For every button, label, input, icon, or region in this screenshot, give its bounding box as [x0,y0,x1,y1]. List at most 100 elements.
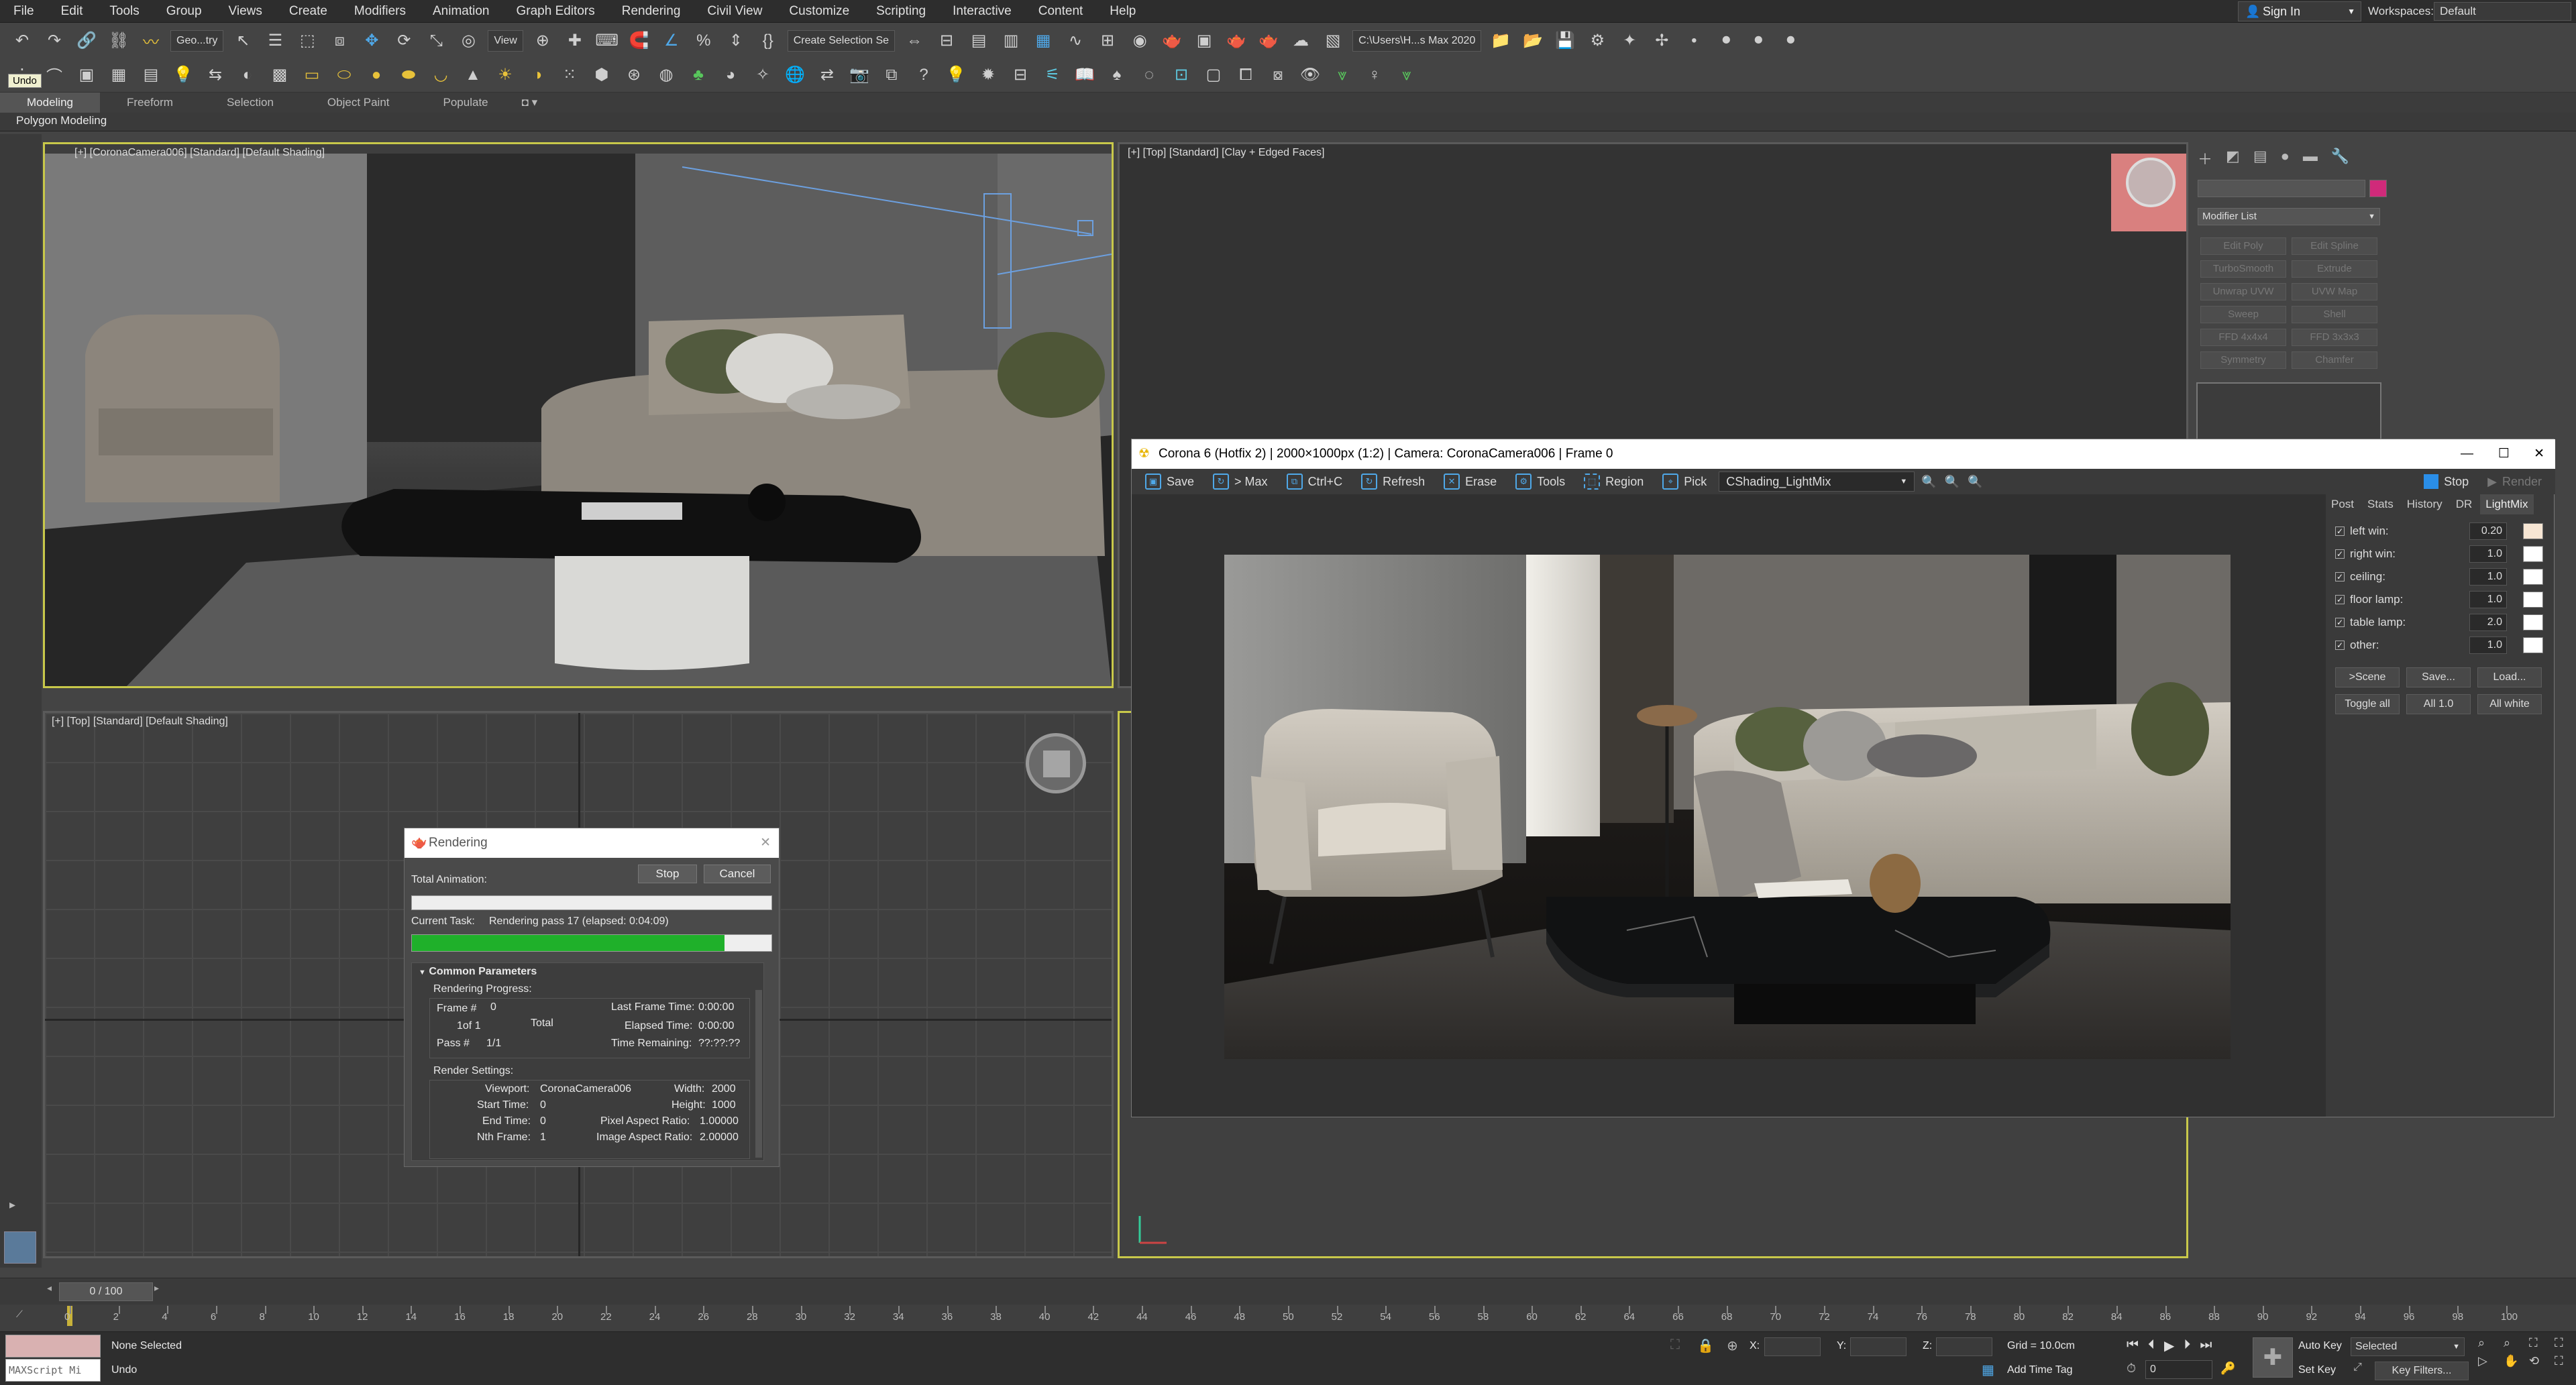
polygon-modeling-label[interactable]: Polygon Modeling [16,114,107,127]
spinner-snap-icon[interactable]: ⇕ [723,28,749,54]
pin-icon[interactable]: ✢ [1649,28,1674,54]
current-frame-field[interactable]: 0 [2145,1360,2212,1379]
menu-group[interactable]: Group [153,0,215,23]
lightmix-save-button[interactable]: Save... [2406,667,2471,687]
viewport-camera[interactable]: [+] [CoronaCamera006] [Standard] [Defaul… [43,142,1114,688]
light-sphere-icon[interactable]: ● [364,62,389,88]
time-tag-icon[interactable]: ▦ [1982,1362,1994,1378]
lightmix-checkbox[interactable]: ✓ [2335,549,2345,559]
pan-icon[interactable]: ✋ [2504,1354,2525,1368]
menu-interactive[interactable]: Interactive [939,0,1025,23]
window-crossing-icon[interactable]: ⧈ [327,28,352,54]
select-scale-icon[interactable]: ⤡ [423,28,449,54]
toggle-scene-explorer-icon[interactable]: ▤ [966,28,991,54]
slider-next-icon[interactable]: ▸ [154,1282,165,1301]
maxscript-listener-input[interactable]: MAXScript Mi [5,1359,101,1382]
project-path-select[interactable]: C:\Users\H...s Max 2020 [1352,30,1482,52]
lightmix-color-swatch[interactable] [2523,614,2543,630]
vfb-refresh-button[interactable]: ↻ Refresh [1354,474,1432,490]
modifier-symmetry[interactable]: Symmetry [2200,351,2286,369]
unlink-icon[interactable]: ⛓ [106,28,131,54]
lightmix-checkbox[interactable]: ✓ [2335,618,2345,627]
hierarchy-tab-icon[interactable]: ▤ [2253,148,2267,169]
zoom-extents-all-icon[interactable]: ⛶ [2555,1336,2576,1350]
edit-named-selections-icon[interactable]: {} [755,28,781,54]
menu-customize[interactable]: Customize [775,0,863,23]
light-cylinder-icon[interactable]: ⬬ [396,62,421,88]
select-by-name-icon[interactable]: ☰ [262,28,288,54]
menu-help[interactable]: Help [1096,0,1149,23]
double-chevron-2-icon[interactable]: ⩔ [1394,62,1419,88]
side-tab-dr[interactable]: DR [2451,494,2478,514]
converter-icon[interactable]: ⇄ [814,62,840,88]
next-frame-icon[interactable]: ⏵ [2184,1337,2190,1354]
lightmix-value[interactable]: 0.20 [2469,522,2507,540]
lightmix-toggle-all-button[interactable]: Toggle all [2335,694,2400,714]
lightmix-value[interactable]: 1.0 [2469,568,2507,586]
tool-grid-icon[interactable]: ▩ [267,62,292,88]
pattern-icon[interactable]: ⊛ [621,62,647,88]
slider-prev-icon[interactable]: ◂ [47,1282,58,1301]
modifier-sweep[interactable]: Sweep [2200,306,2286,323]
snap-toggle-icon[interactable]: 🧲 [627,28,652,54]
redo-icon[interactable]: ↷ [42,28,67,54]
tree-outline-icon[interactable]: ♠ [1104,62,1130,88]
sign-in-button[interactable]: 👤 Sign In ▼ [2238,1,2361,21]
rendered-frame-window-icon[interactable]: ▣ [1191,28,1217,54]
select-place-icon[interactable]: ◎ [455,28,481,54]
sun-icon[interactable]: ☀ [492,62,518,88]
key-selection-select[interactable]: Selected ▼ [2351,1337,2465,1356]
tab-object-paint[interactable]: Object Paint [301,93,417,113]
project-open-icon[interactable]: 📂 [1520,28,1546,54]
lightmix-color-swatch[interactable] [2523,523,2543,539]
camera-icon[interactable]: 📷 [847,62,872,88]
zoom-icon[interactable]: ⌕ [2478,1336,2500,1350]
light-select-icon[interactable]: ⚟ [1040,62,1065,88]
tab-freeform[interactable]: Freeform [100,93,200,113]
render-cancel-button[interactable]: Cancel [704,865,771,883]
render-icon[interactable]: ▦ [106,62,131,88]
link-icon[interactable]: 🔗 [74,28,99,54]
lightmix-color-swatch[interactable] [2523,637,2543,653]
toggle-ribbon-icon[interactable]: ▦ [1030,28,1056,54]
keyboard-shortcut-icon[interactable]: ⌨ [594,28,620,54]
y-coordinate-field[interactable] [1850,1337,1907,1356]
project-folder-icon[interactable]: 📁 [1488,28,1513,54]
tab-modeling[interactable]: Modeling [0,93,100,113]
menu-animation[interactable]: Animation [419,0,503,23]
vfb-to-max-button[interactable]: ↻ > Max [1206,474,1275,490]
select-object-icon[interactable]: ↖ [230,28,256,54]
menu-create[interactable]: Create [276,0,341,23]
menu-edit[interactable]: Edit [48,0,97,23]
lock-selection-icon[interactable]: 🔒 [1697,1337,1714,1354]
tool-c-icon[interactable]: ◐ [235,62,260,88]
vfb-render-button[interactable]: ▶ Render [2481,475,2555,489]
project-settings-icon[interactable]: ⚙ [1585,28,1610,54]
absolute-mode-icon[interactable]: ⊕ [1727,1337,1738,1354]
sphere-gray-3-icon[interactable]: ⚫ [1778,28,1803,54]
render-in-cloud-icon[interactable]: ☁ [1288,28,1313,54]
zoom-fit-icon[interactable]: 🔍 [1966,475,1984,489]
dot-icon[interactable]: • [1681,28,1707,54]
modifier-uvw-map[interactable]: UVW Map [2292,283,2377,300]
vfb-stop-button[interactable]: Stop [2417,474,2475,489]
manipulate-icon[interactable]: ✚ [562,28,588,54]
vfb-save-button[interactable]: ▣ Save [1138,474,1201,490]
menu-tools[interactable]: Tools [96,0,152,23]
menu-scripting[interactable]: Scripting [863,0,939,23]
selection-region-icon[interactable]: ⬚ [294,28,320,54]
book-icon[interactable]: 📖 [1072,62,1097,88]
schematic-view-icon[interactable]: ⊞ [1095,28,1120,54]
maxscript-listener-top[interactable] [5,1335,101,1358]
rollout-scrollbar[interactable] [755,990,762,1158]
x-coordinate-field[interactable] [1764,1337,1821,1356]
display-tab-icon[interactable]: ▬ [2303,148,2318,169]
menu-file[interactable]: File [0,0,48,23]
go-to-end-icon[interactable]: ⏭ [2200,1337,2212,1354]
instance-icon[interactable]: ⧠ [1233,62,1258,88]
vfb-pick-button[interactable]: ⌖ Pick [1656,474,1713,490]
modifier-ffd-4x4x4[interactable]: FFD 4x4x4 [2200,329,2286,346]
lightmix-value[interactable]: 1.0 [2469,636,2507,654]
vfb-region-button[interactable]: ⬚ Region [1577,474,1650,490]
tab-selection[interactable]: Selection [200,93,301,113]
